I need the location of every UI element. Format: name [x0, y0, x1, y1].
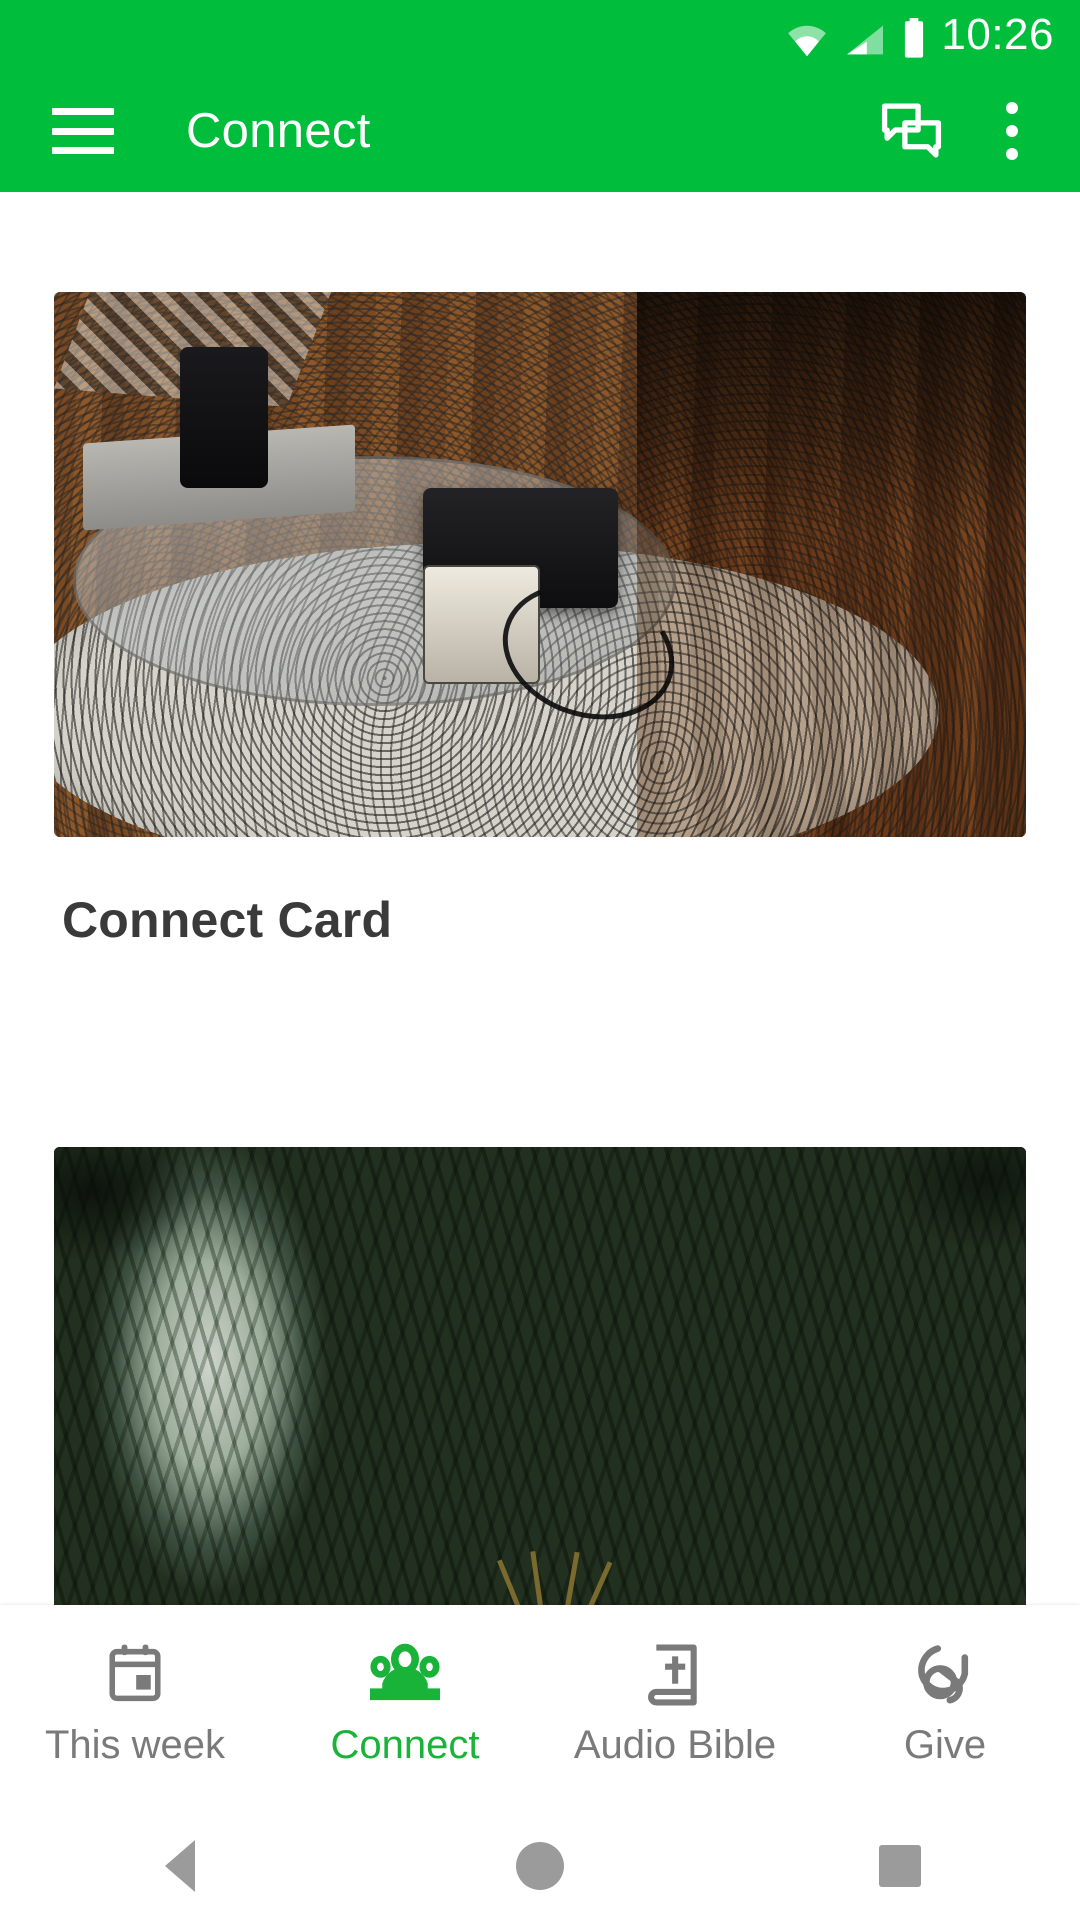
overflow-menu-button[interactable]: [962, 81, 1062, 181]
card-title-connect: Connect Card: [62, 892, 393, 948]
more-vertical-icon: [1006, 102, 1018, 160]
back-triangle-icon: [165, 1840, 195, 1892]
system-navigation-bar: [0, 1812, 1080, 1920]
tab-label-connect: Connect: [330, 1723, 480, 1767]
calendar-icon: [109, 1644, 161, 1702]
app-bar-actions: [862, 81, 1062, 181]
cellular-signal-icon: [847, 25, 884, 55]
living-room-photo: [54, 292, 1026, 837]
tab-icon-wrap: [367, 1633, 443, 1717]
tab-icon-wrap: [100, 1633, 170, 1717]
status-icons: 10:26: [785, 12, 1054, 58]
tab-connect[interactable]: Connect: [270, 1605, 540, 1768]
home-button[interactable]: [480, 1812, 600, 1920]
recents-button[interactable]: [840, 1812, 960, 1920]
lens-shape: [180, 346, 268, 489]
hamburger-menu-icon[interactable]: [52, 108, 114, 154]
tab-audio-bible[interactable]: Audio Bible: [540, 1605, 810, 1768]
tab-this-week[interactable]: This week: [0, 1605, 270, 1768]
tab-icon-wrap: [640, 1633, 710, 1717]
tab-icon-wrap: [909, 1633, 981, 1717]
card-second[interactable]: [0, 1147, 1080, 1605]
card-image-connect[interactable]: [54, 292, 1026, 837]
bible-book-icon: [648, 1644, 697, 1706]
leaf-shadow-overlay: [54, 1147, 1026, 1605]
wifi-icon: [788, 25, 827, 57]
tab-give[interactable]: Give: [810, 1605, 1080, 1768]
back-button[interactable]: [120, 1812, 240, 1920]
tab-label-this-week: This week: [44, 1723, 226, 1767]
bottom-navigation: This week Connect Audio Bible Give: [0, 1605, 1080, 1812]
page-title: Connect: [186, 104, 371, 158]
status-bar: 10:26: [0, 0, 1080, 70]
people-group-icon: [370, 1643, 440, 1701]
home-circle-icon: [516, 1842, 564, 1890]
stems-shape: [496, 1550, 613, 1605]
battery-icon: [905, 18, 924, 58]
app-bar: Connect: [0, 70, 1080, 192]
card-image-leaves[interactable]: [54, 1147, 1026, 1605]
recents-square-icon: [879, 1845, 921, 1887]
phone-screen: 10:26 Connect Connect Card This week Con…: [0, 0, 1080, 1920]
chat-button[interactable]: [862, 81, 962, 181]
hand-coin-icon: [918, 1645, 969, 1704]
chat-bubbles-icon: [881, 103, 942, 158]
status-clock: 10:26: [941, 10, 1054, 59]
tab-label-audio-bible: Audio Bible: [573, 1723, 777, 1767]
content-scroll-area[interactable]: Connect Card: [0, 192, 1080, 1605]
tab-label-give: Give: [903, 1723, 987, 1767]
leaves-photo: [54, 1147, 1026, 1605]
card-connect[interactable]: Connect Card: [0, 292, 1080, 949]
